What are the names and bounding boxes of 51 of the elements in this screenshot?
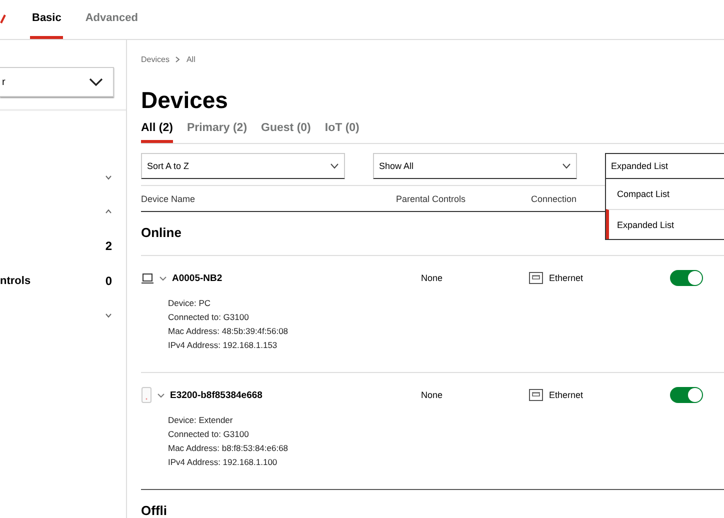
show-select[interactable]: Show All	[373, 153, 577, 179]
breadcrumb-link[interactable]: All	[186, 55, 196, 64]
nav-tab[interactable]: Advanced	[83, 0, 140, 39]
device-name[interactable]: E3200-b8f85384e668	[170, 390, 262, 400]
device-detail: Mac Address: 48:5b:39:4f:56:08	[168, 325, 290, 338]
nav-tab[interactable]: Basic	[30, 0, 64, 39]
device-name[interactable]: A0005-NB2	[172, 272, 222, 284]
filter-tab[interactable]: Primary (2)	[186, 120, 248, 143]
toggle-switch[interactable]	[670, 387, 703, 403]
chevron-down-icon	[330, 163, 339, 169]
sidebar-select[interactable]: r	[0, 67, 114, 97]
breadcrumb-link[interactable]: Devices	[141, 55, 170, 64]
laptop-icon	[141, 272, 154, 284]
sort-select[interactable]: Sort A to Z	[141, 153, 345, 179]
device-detail: Device: PC	[168, 297, 212, 310]
filter-tab[interactable]: Guest (0)	[261, 120, 311, 143]
device-detail: IPv4 Address: 192.168.1.153	[168, 339, 278, 352]
menu-option[interactable]: Expanded List	[606, 209, 724, 239]
device-detail: Mac Address: b8:f8:53:84:e6:68	[168, 442, 290, 455]
ethernet-port-icon	[529, 389, 543, 401]
chevron-down-icon[interactable]	[159, 276, 167, 280]
device-detail: IPv4 Address: 192.168.1.100	[168, 456, 278, 469]
device-detail: Connected to: G3100	[168, 428, 250, 441]
extender-icon	[141, 387, 152, 403]
logo-icon	[0, 14, 6, 24]
chevron-down-icon[interactable]	[105, 312, 112, 318]
sidebar-item-label[interactable]: ntrols	[0, 274, 31, 287]
chevron-down-icon	[89, 78, 103, 86]
filter-tab[interactable]: All (2)	[141, 120, 173, 143]
device-detail: Device: Extender	[168, 414, 234, 427]
chevron-down-icon[interactable]	[105, 174, 112, 180]
sidebar-count: 2	[105, 239, 112, 254]
sidebar-count: 0	[105, 274, 112, 288]
parental-controls-value: None	[421, 390, 444, 400]
column-header[interactable]: Parental Controls	[396, 194, 531, 204]
filter-tab[interactable]: IoT (0)	[324, 120, 360, 143]
column-header[interactable]: Connection	[531, 194, 577, 204]
chevron-down-icon	[562, 163, 571, 169]
column-header[interactable]: Device Name	[141, 194, 396, 204]
connection-type: Ethernet	[549, 390, 584, 400]
parental-controls-value: None	[421, 273, 444, 283]
menu-option[interactable]: Compact List	[606, 179, 724, 209]
chevron-down-icon[interactable]	[157, 392, 165, 398]
page-title: Devices	[141, 86, 229, 114]
ethernet-port-icon	[529, 272, 543, 284]
chevron-right-icon	[175, 56, 180, 63]
chevron-up-icon[interactable]	[105, 209, 112, 214]
section-heading: Offli	[141, 490, 724, 518]
toggle-switch[interactable]	[670, 270, 703, 286]
device-detail: Connected to: G3100	[168, 311, 250, 324]
connection-type: Ethernet	[549, 273, 584, 283]
